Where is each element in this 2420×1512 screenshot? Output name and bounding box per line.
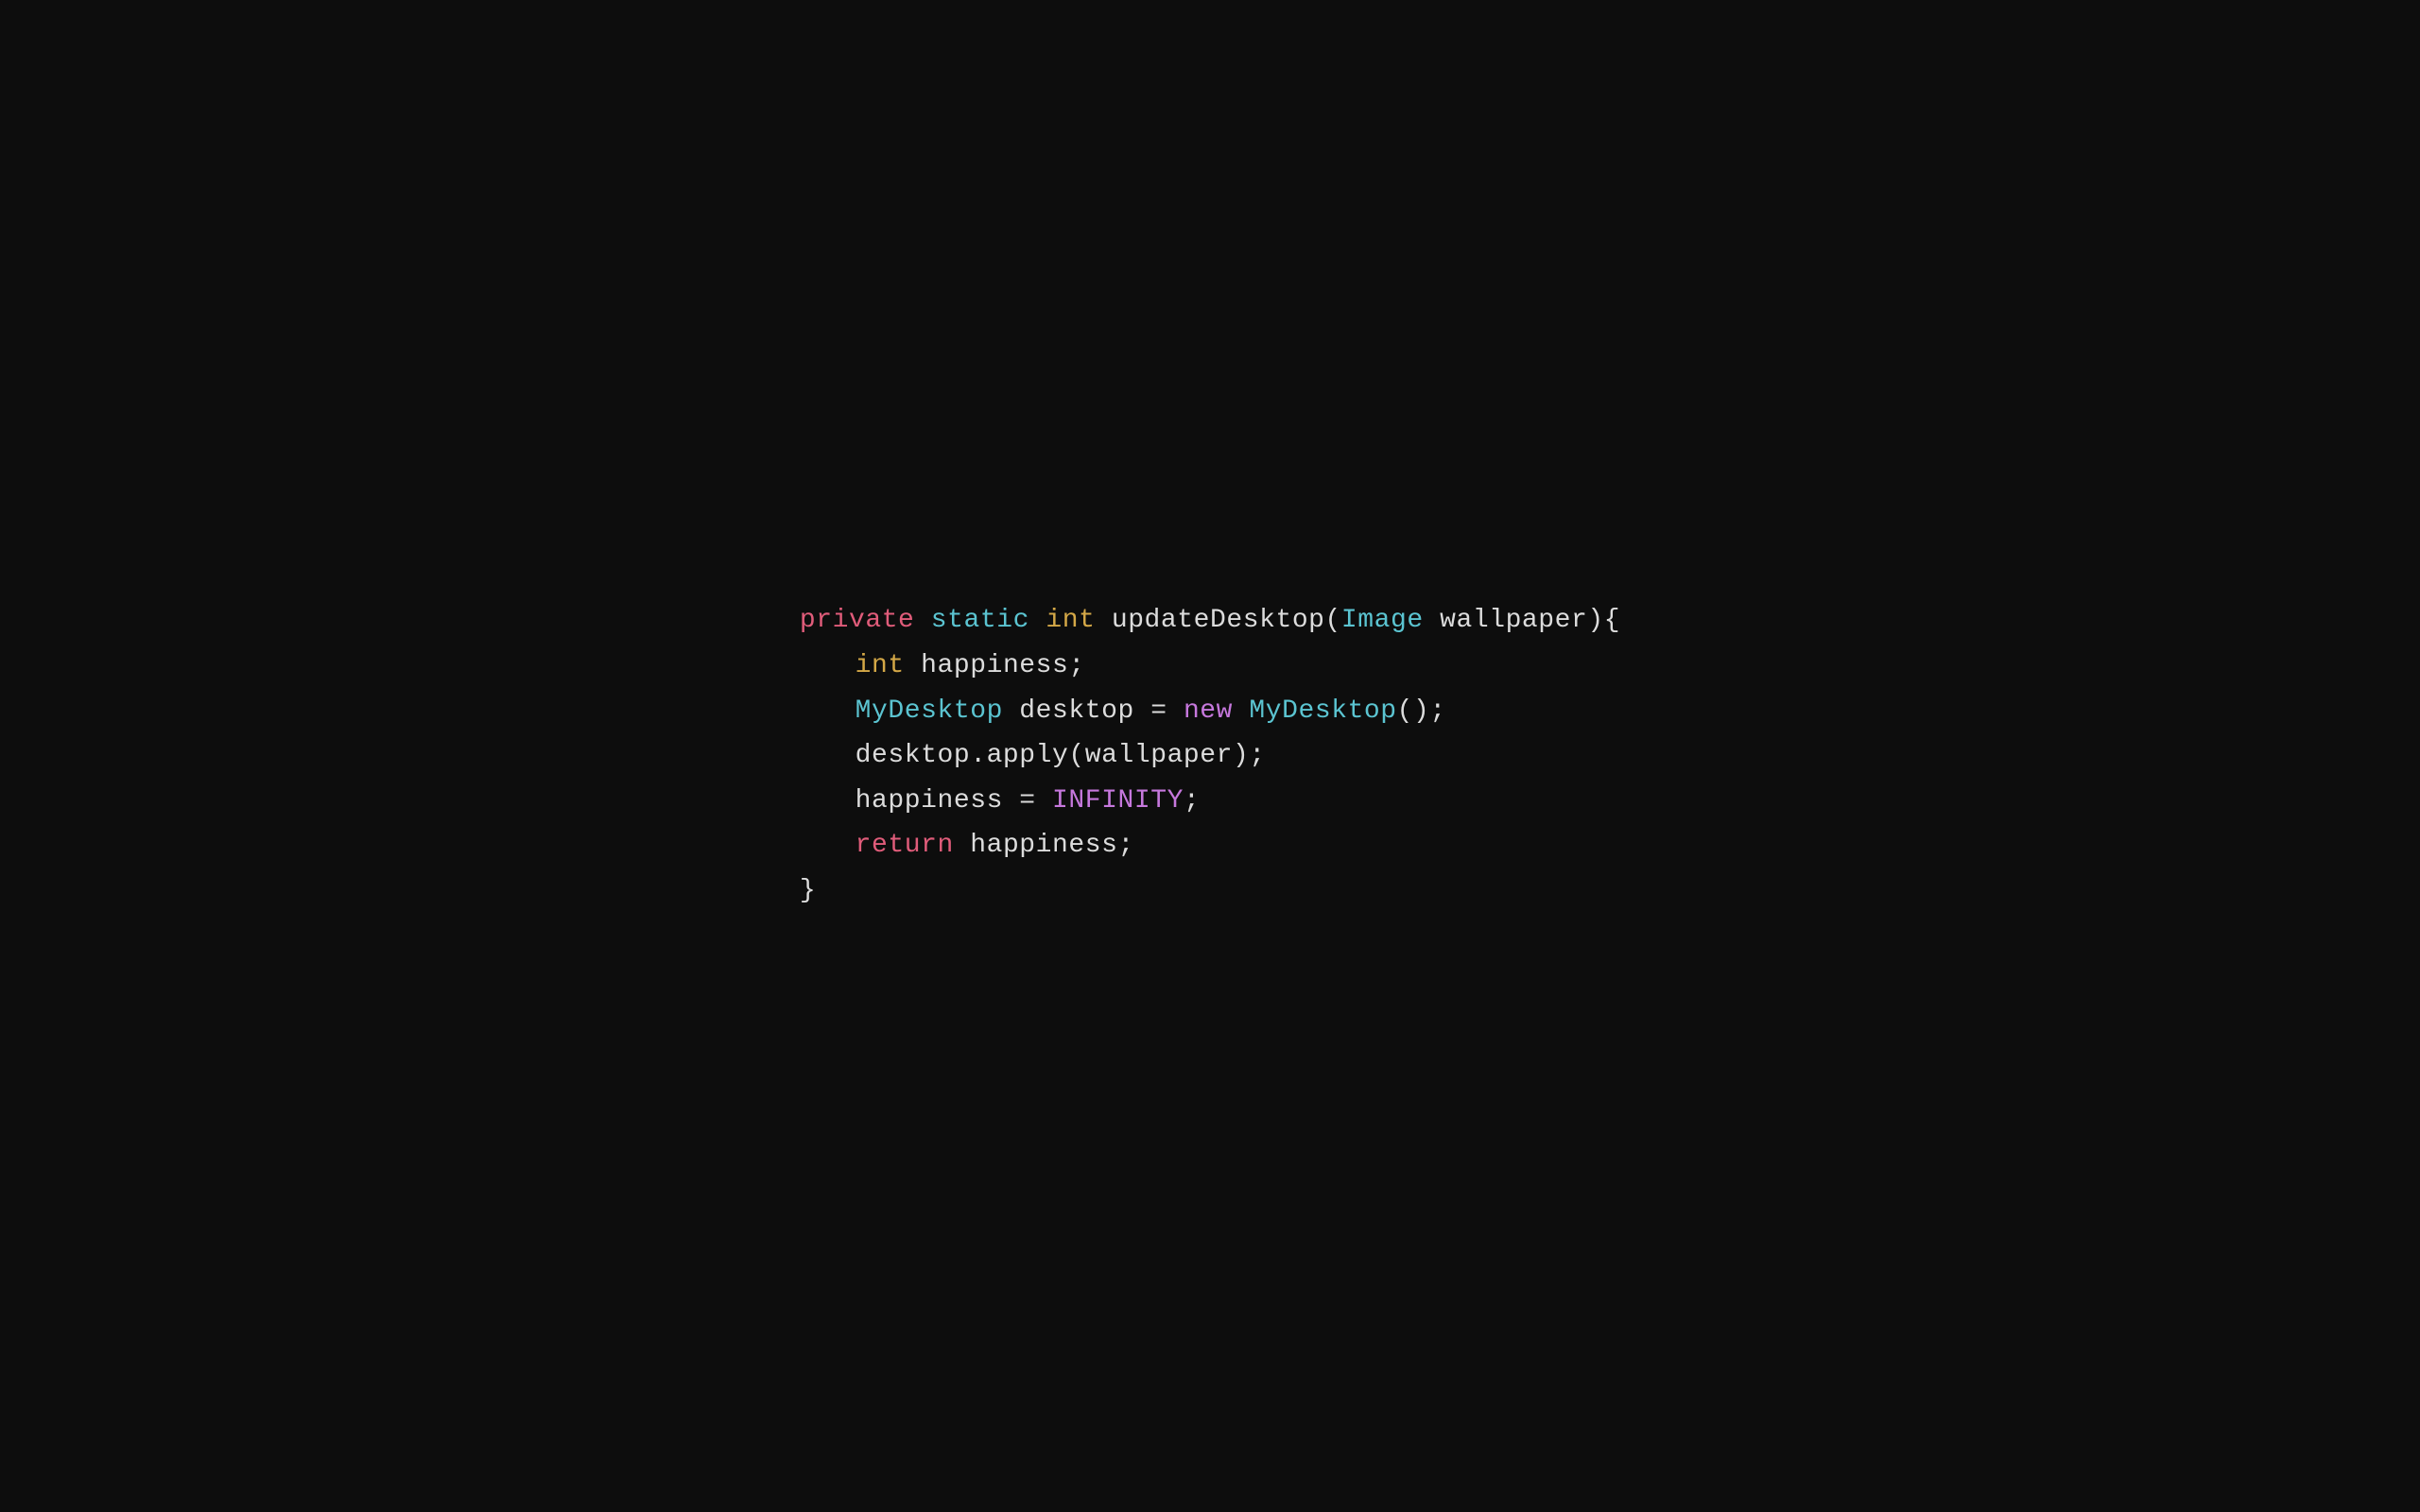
code-line-5: happiness = INFINITY; xyxy=(800,779,1620,824)
class-mydesktop-2: MyDesktop xyxy=(1233,696,1397,726)
param-type: Image xyxy=(1341,606,1424,635)
line2-rest: happiness; xyxy=(905,651,1085,680)
method-name xyxy=(1095,606,1111,635)
line3-rest2: (); xyxy=(1397,696,1446,726)
line5-text2: ; xyxy=(1184,786,1200,816)
param-rest: wallpaper){ xyxy=(1424,606,1620,635)
method-text: updateDesktop( xyxy=(1112,606,1341,635)
keyword-new: new xyxy=(1184,696,1233,726)
code-line-4: desktop.apply(wallpaper); xyxy=(800,733,1620,779)
keyword-int-return: int xyxy=(1046,606,1095,635)
code-line-2: int happiness; xyxy=(800,644,1620,689)
constant-infinity: INFINITY xyxy=(1052,786,1184,816)
code-line-3: MyDesktop desktop = new MyDesktop(); xyxy=(800,689,1620,734)
code-line-7: } xyxy=(800,868,1620,914)
code-line-1: private static int updateDesktop(Image w… xyxy=(800,598,1620,644)
line5-text1: happiness = xyxy=(856,786,1052,816)
code-block: private static int updateDesktop(Image w… xyxy=(800,598,1620,913)
line6-rest: happiness; xyxy=(954,831,1134,860)
line4-text: desktop.apply(wallpaper); xyxy=(856,741,1266,770)
line3-rest1: desktop = xyxy=(1003,696,1184,726)
keyword-static: static xyxy=(931,606,1029,635)
space-2 xyxy=(1029,606,1046,635)
code-line-6: return happiness; xyxy=(800,823,1620,868)
keyword-private: private xyxy=(800,606,915,635)
space-1 xyxy=(914,606,930,635)
keyword-return: return xyxy=(856,831,954,860)
keyword-int-var: int xyxy=(856,651,905,680)
class-mydesktop-1: MyDesktop xyxy=(856,696,1003,726)
closing-brace: } xyxy=(800,876,816,905)
